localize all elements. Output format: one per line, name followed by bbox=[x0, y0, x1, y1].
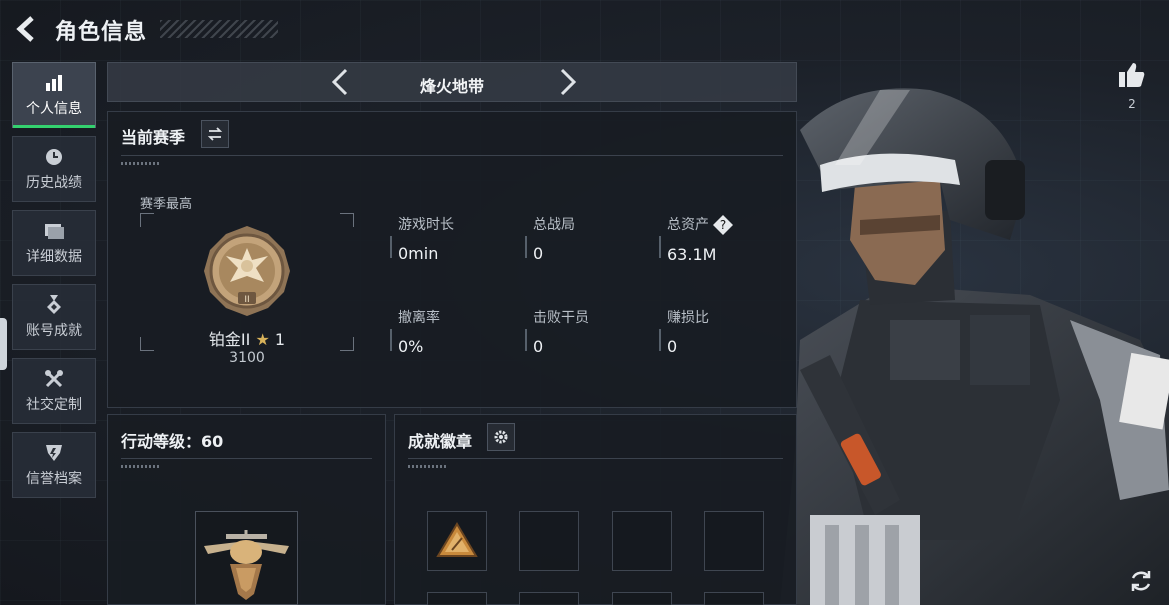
stat-total-assets: 总资产? 63.1M bbox=[667, 214, 733, 264]
badge-settings-button[interactable] bbox=[487, 423, 515, 451]
sidebar-item-details[interactable]: 详细数据 bbox=[12, 210, 96, 276]
rank-star-count: 1 bbox=[274, 330, 286, 349]
mode-title: 烽火地带 bbox=[419, 77, 484, 96]
like-count: 2 bbox=[1128, 97, 1136, 111]
medal-icon bbox=[43, 294, 65, 316]
sidebar-item-personal-info[interactable]: 个人信息 bbox=[12, 62, 96, 128]
back-arrow-icon[interactable] bbox=[12, 14, 42, 44]
tools-icon bbox=[43, 368, 65, 390]
sidebar-item-social-custom[interactable]: 社交定制 bbox=[12, 358, 96, 424]
stat-label: 游戏时长 bbox=[398, 217, 454, 233]
divider-dots bbox=[121, 162, 161, 165]
badge-slot-5[interactable] bbox=[427, 592, 487, 605]
rank-points: 3100 bbox=[229, 350, 265, 366]
badge-slot-1[interactable] bbox=[427, 511, 487, 571]
refresh-icon[interactable] bbox=[1127, 567, 1155, 595]
divider bbox=[121, 155, 783, 156]
season-panel-title: 当前赛季 bbox=[121, 128, 186, 147]
page-title: 角色信息 bbox=[55, 20, 148, 45]
sidebar-item-achievements[interactable]: 账号成就 bbox=[12, 284, 96, 350]
sidebar-item-label: 信誉档案 bbox=[26, 471, 82, 487]
swap-icon bbox=[207, 127, 223, 141]
stat-label: 总战局 bbox=[533, 217, 575, 233]
stat-label-text: 总资产 bbox=[667, 217, 709, 233]
stat-divider bbox=[525, 329, 527, 351]
stat-operators-defeated: 击败干员 0 bbox=[533, 307, 589, 356]
triangle-badge-icon bbox=[436, 522, 478, 557]
clock-icon bbox=[43, 146, 65, 168]
rank-label: 铂金II bbox=[208, 330, 251, 349]
sidebar-item-label: 个人信息 bbox=[26, 101, 82, 117]
stat-profit-loss-ratio: 赚损比 0 bbox=[667, 307, 709, 356]
operator-character-image bbox=[780, 88, 1169, 605]
folder-icon bbox=[43, 220, 65, 242]
gear-icon bbox=[494, 430, 508, 444]
helicopter-badge-icon bbox=[204, 530, 289, 600]
shield-icon bbox=[43, 442, 65, 464]
divider bbox=[121, 458, 372, 459]
sidebar-item-history[interactable]: 历史战绩 bbox=[12, 136, 96, 202]
stat-divider bbox=[390, 236, 392, 258]
sidebar-item-reputation[interactable]: 信誉档案 bbox=[12, 432, 96, 498]
stat-divider bbox=[390, 329, 392, 351]
svg-text:II: II bbox=[244, 295, 249, 305]
badge-slot-8[interactable] bbox=[704, 592, 764, 605]
title-decoration bbox=[160, 20, 278, 38]
stat-value: 0 bbox=[667, 337, 678, 356]
sidebar-item-label: 社交定制 bbox=[26, 397, 82, 413]
stat-label: 撤离率 bbox=[398, 310, 440, 326]
chevron-right-icon[interactable] bbox=[552, 67, 582, 97]
stat-label: 总资产? bbox=[667, 214, 733, 235]
stat-divider bbox=[659, 236, 661, 258]
stat-value: 0min bbox=[398, 244, 439, 263]
badge-slot-2[interactable] bbox=[519, 511, 579, 571]
action-level-badge[interactable] bbox=[195, 511, 298, 605]
stat-label: 赚损比 bbox=[667, 310, 709, 326]
sidebar-collapse-handle[interactable] bbox=[0, 318, 7, 370]
season-high-label: 赛季最高 bbox=[140, 197, 193, 212]
badge-slot-3[interactable] bbox=[612, 511, 672, 571]
stat-divider bbox=[659, 329, 661, 351]
stat-total-matches: 总战局 0 bbox=[533, 214, 575, 263]
help-icon[interactable]: ? bbox=[713, 215, 733, 235]
achievements-title: 成就徽章 bbox=[408, 432, 473, 451]
sidebar-item-label: 历史战绩 bbox=[26, 175, 82, 191]
star-icon: ★ bbox=[255, 330, 270, 349]
stat-value: 0% bbox=[398, 337, 424, 356]
mode-selector: 烽火地带 bbox=[107, 62, 797, 102]
rank-platinum-emblem-icon: II bbox=[204, 226, 290, 316]
stat-value: 0 bbox=[533, 337, 544, 356]
action-level-title: 行动等级：60 bbox=[121, 432, 224, 451]
rank-name: 铂金II ★ 1 bbox=[140, 326, 354, 350]
badge-slot-4[interactable] bbox=[704, 511, 764, 571]
badge-slot-6[interactable] bbox=[519, 592, 579, 605]
sidebar-item-label: 详细数据 bbox=[26, 249, 82, 265]
bar-chart-icon bbox=[43, 72, 65, 94]
divider bbox=[408, 458, 783, 459]
stat-divider bbox=[525, 236, 527, 258]
divider-dots bbox=[121, 465, 161, 468]
switch-season-button[interactable] bbox=[201, 120, 229, 148]
thumbs-up-icon[interactable] bbox=[1117, 60, 1147, 90]
stat-value: 0 bbox=[533, 244, 544, 263]
stat-value: 63.1M bbox=[667, 245, 717, 264]
divider-dots bbox=[408, 465, 448, 468]
stat-extraction-rate: 撤离率 0% bbox=[398, 307, 440, 356]
sidebar-item-label: 账号成就 bbox=[26, 323, 82, 339]
stat-label: 击败干员 bbox=[533, 310, 589, 326]
stat-play-time: 游戏时长 0min bbox=[398, 214, 454, 263]
badge-slot-7[interactable] bbox=[612, 592, 672, 605]
